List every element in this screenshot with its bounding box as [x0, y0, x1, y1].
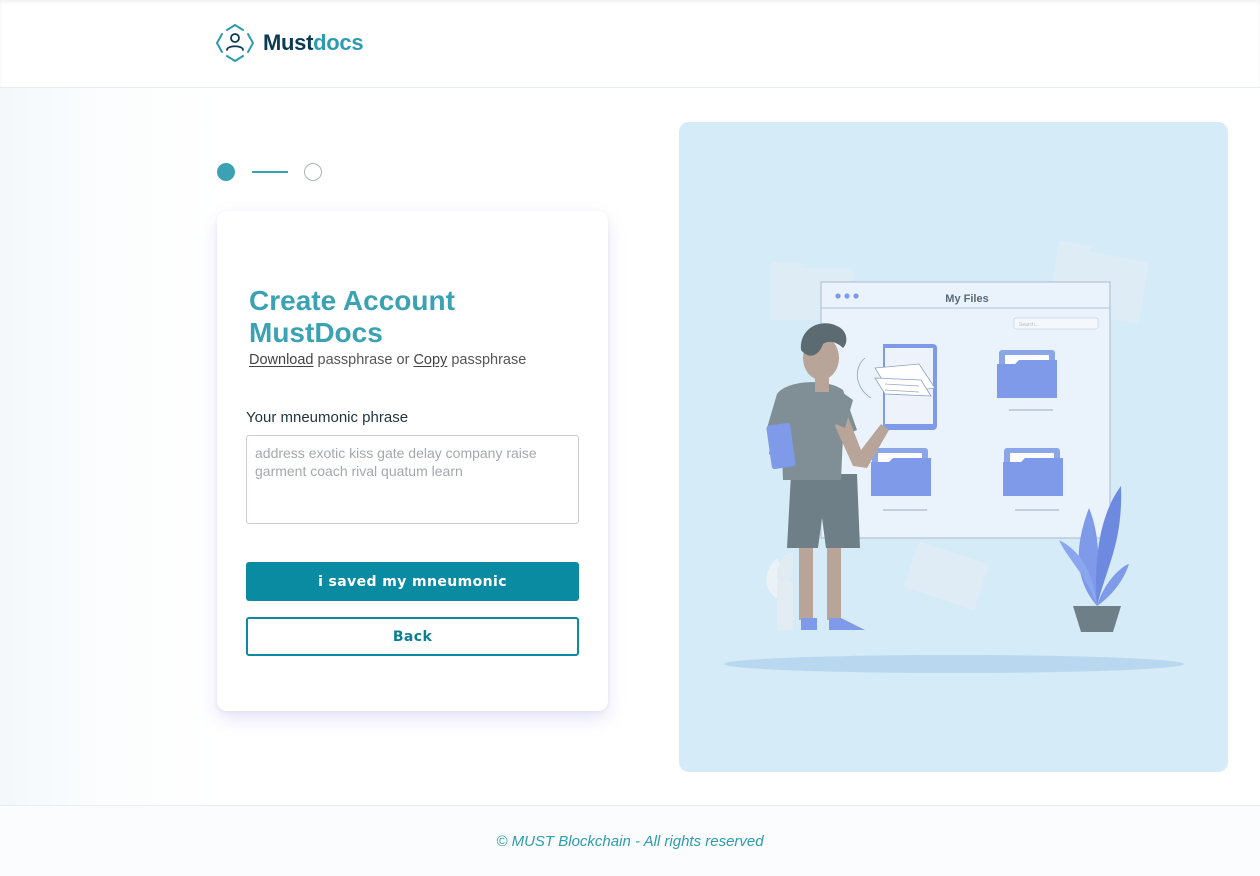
- illustration-panel: My Files Search...: [679, 122, 1228, 772]
- download-passphrase-link[interactable]: Download: [249, 352, 314, 368]
- brand-name: Mustdocs: [263, 30, 364, 55]
- mnemonic-phrase-field[interactable]: [246, 435, 579, 524]
- create-account-card: Create Account MustDocs Download passphr…: [217, 211, 608, 711]
- floating-folder-icon-3: [904, 542, 989, 610]
- step-2-indicator: [304, 163, 322, 181]
- copyright-text: © MUST Blockchain - All rights reserved: [496, 833, 764, 850]
- subtitle-text-2: passphrase: [447, 352, 527, 368]
- saved-mnemonic-button[interactable]: i saved my mneumonic: [246, 562, 579, 601]
- user-hexagon-icon: [216, 24, 254, 62]
- copy-passphrase-link[interactable]: Copy: [413, 352, 447, 368]
- page-footer: © MUST Blockchain - All rights reserved: [0, 805, 1260, 876]
- passphrase-instructions: Download passphrase or Copy passphrase: [249, 352, 526, 368]
- step-connector: [252, 171, 288, 173]
- page-title: Create Account MustDocs: [249, 285, 455, 348]
- window-title: My Files: [945, 293, 988, 305]
- plant-icon: [766, 552, 794, 630]
- step-1-indicator: [217, 163, 235, 181]
- subtitle-text-1: passphrase or: [313, 352, 414, 368]
- brand-logo[interactable]: Mustdocs: [215, 24, 364, 62]
- files-illustration: My Files Search...: [724, 240, 1184, 673]
- window-search-placeholder: Search...: [1019, 322, 1039, 328]
- mnemonic-field-label: Your mneumonic phrase: [246, 409, 409, 426]
- top-header: Mustdocs: [0, 0, 1260, 88]
- back-button[interactable]: Back: [246, 617, 579, 656]
